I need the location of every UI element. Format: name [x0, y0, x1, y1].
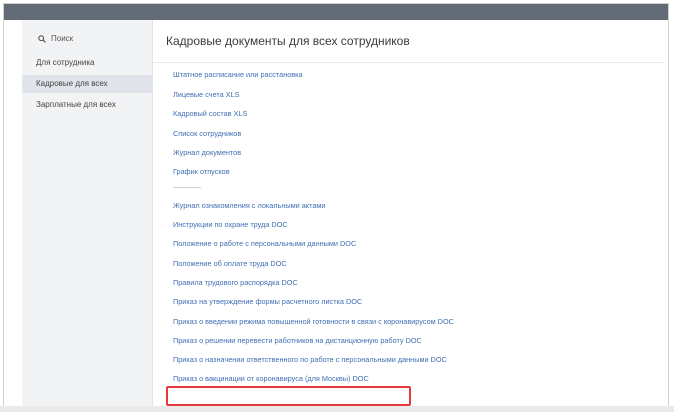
doc-link-vaccination[interactable]: Приказ о вакцинации от коронавируса (для…: [173, 374, 369, 384]
group-separator: [173, 187, 201, 188]
sidebar-item-employee[interactable]: Для сотрудника: [22, 54, 152, 72]
doc-link[interactable]: Журнал ознакомления с локальными актами: [173, 201, 326, 211]
documents-window: Поиск Для сотрудника Кадровые для всех З…: [22, 20, 664, 408]
doc-link[interactable]: Журнал документов: [173, 148, 241, 158]
doc-link[interactable]: Штатное расписание или расстановка: [173, 70, 303, 80]
highlight-box: [166, 386, 411, 406]
sidebar-item-hr-all[interactable]: Кадровые для всех: [22, 75, 152, 93]
sidebar-item-payroll-all[interactable]: Зарплатные для всех: [22, 96, 152, 114]
sidebar: Поиск Для сотрудника Кадровые для всех З…: [22, 20, 153, 408]
top-band: [4, 4, 668, 20]
search-icon: [38, 34, 46, 43]
screenshot-frame: Поиск Для сотрудника Кадровые для всех З…: [3, 3, 669, 408]
doc-link[interactable]: Положение о работе с персональными данны…: [173, 239, 356, 249]
doc-link[interactable]: Приказ о введении режима повышенной гото…: [173, 317, 454, 327]
doc-link[interactable]: Приказ о назначении ответственного по ра…: [173, 355, 447, 365]
doc-link[interactable]: Приказ о решении перевести работников на…: [173, 336, 422, 346]
doc-link[interactable]: Кадровый состав XLS: [173, 109, 247, 119]
page-title: Кадровые документы для всех сотрудников: [166, 34, 410, 48]
doc-link[interactable]: Инструкции по охране труда DOC: [173, 220, 288, 230]
documents-list: Штатное расписание или расстановка Лицев…: [153, 63, 664, 408]
doc-link[interactable]: Правила трудового распорядка DOC: [173, 278, 298, 288]
search-box[interactable]: Поиск: [38, 34, 73, 43]
search-label: Поиск: [51, 34, 74, 43]
doc-link[interactable]: Положение об оплате труда DOC: [173, 259, 287, 269]
doc-link[interactable]: Приказ на утверждение формы расчетного л…: [173, 297, 362, 307]
doc-link[interactable]: Список сотрудников: [173, 129, 241, 139]
doc-link[interactable]: График отпусков: [173, 167, 230, 177]
page-header: Кадровые документы для всех сотрудников: [153, 20, 664, 63]
bottom-shade: [0, 406, 674, 412]
doc-link[interactable]: Лицевые счета XLS: [173, 90, 240, 100]
